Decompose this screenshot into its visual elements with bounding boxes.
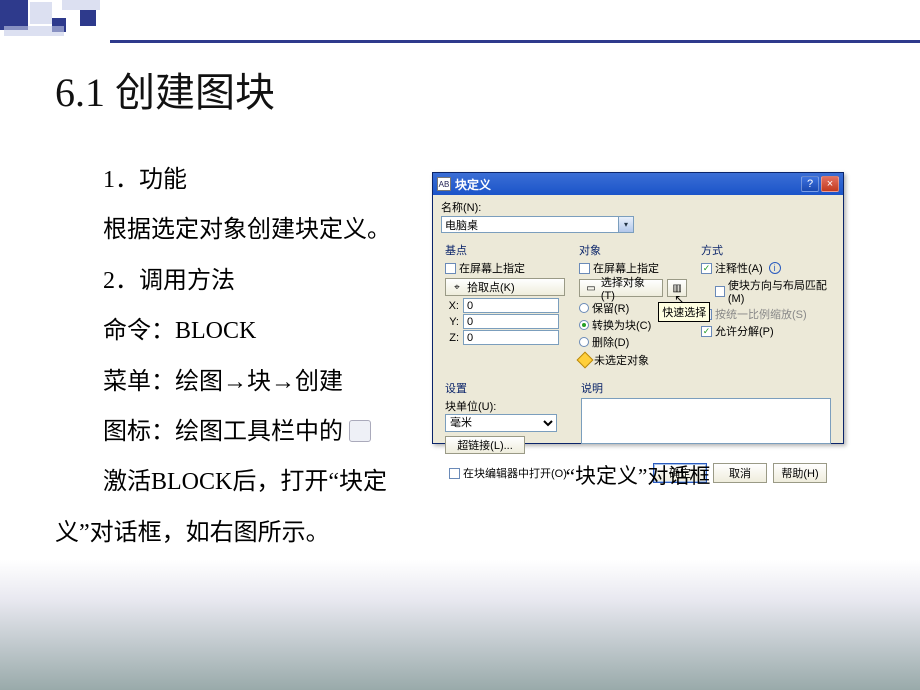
pick-point-icon: ⌖: [450, 280, 464, 294]
unit-label: 块单位(U):: [445, 398, 567, 414]
name-dropdown-icon[interactable]: ▾: [619, 216, 634, 233]
x-label: X:: [445, 300, 459, 312]
select-objects-button[interactable]: ▭选择对象(T): [579, 279, 663, 297]
body-p1: 1．功能: [55, 155, 435, 205]
info-icon[interactable]: i: [769, 262, 781, 274]
page-title: 6.1 创建图块: [55, 60, 275, 118]
y-input[interactable]: [463, 314, 559, 329]
description-group: 说明: [577, 374, 835, 460]
settings-group: 设置 块单位(U): 毫米 超链接(L)...: [441, 374, 571, 460]
select-icon: ▭: [584, 281, 598, 295]
body-p4: 命令：BLOCK: [55, 306, 435, 356]
unit-select[interactable]: 毫米: [445, 414, 557, 432]
warning-icon: [577, 352, 594, 369]
dialog-titlebar[interactable]: AB 块定义 ? ×: [433, 173, 843, 195]
objects-group: 对象 在屏幕上指定 ▭选择对象(T) ▥ ↖ 快速选择 保留(R) 转换为块(C…: [575, 236, 691, 372]
body-p7: 激活BLOCK后，打开“块定义”对话框，如右图所示。: [55, 457, 435, 558]
z-input[interactable]: [463, 330, 559, 345]
no-objects-warning: 未选定对象: [579, 352, 687, 368]
basepoint-onscreen-checkbox[interactable]: 在屏幕上指定: [445, 260, 565, 276]
pick-point-button[interactable]: ⌖拾取点(K): [445, 278, 565, 296]
basepoint-title: 基点: [445, 242, 565, 258]
settings-title: 设置: [445, 380, 567, 396]
description-textarea[interactable]: [581, 398, 831, 444]
figure-caption: “块定义”对话框: [432, 460, 844, 490]
body-p6: 图标：绘图工具栏中的: [55, 407, 435, 457]
quick-select-button[interactable]: ▥ ↖ 快速选择: [667, 279, 687, 297]
y-label: Y:: [445, 316, 459, 328]
objects-title: 对象: [579, 242, 687, 258]
mode-title: 方式: [701, 242, 829, 258]
body-p3: 2．调用方法: [55, 256, 435, 306]
slide-decoration: [0, 0, 920, 50]
block-definition-dialog: AB 块定义 ? × 名称(N): ▾ 基点 在屏幕上指定 ⌖拾取点(K) X:…: [432, 172, 844, 444]
annotative-checkbox[interactable]: ✓注释性(A)i: [701, 260, 829, 276]
titlebar-close-button[interactable]: ×: [821, 176, 839, 192]
match-layout-checkbox[interactable]: 使块方向与布局匹配(M): [715, 277, 829, 305]
dialog-app-icon: AB: [437, 177, 451, 191]
block-toolbar-icon: [349, 420, 371, 442]
titlebar-help-button[interactable]: ?: [801, 176, 819, 192]
name-label: 名称(N):: [441, 199, 835, 215]
body-text: 1．功能 根据选定对象创建块定义。 2．调用方法 命令：BLOCK 菜单：绘图→…: [55, 155, 435, 558]
basepoint-group: 基点 在屏幕上指定 ⌖拾取点(K) X: Y: Z:: [441, 236, 569, 372]
delete-radio[interactable]: 删除(D): [579, 334, 687, 350]
uniform-scale-checkbox: 按统一比例缩放(S): [701, 306, 829, 322]
quick-select-tooltip: 快速选择: [658, 302, 710, 322]
hyperlink-button[interactable]: 超链接(L)...: [445, 436, 525, 454]
z-label: Z:: [445, 332, 459, 344]
name-input[interactable]: [441, 216, 619, 233]
description-title: 说明: [581, 380, 831, 396]
x-input[interactable]: [463, 298, 559, 313]
body-p5: 菜单：绘图→块→创建: [55, 357, 435, 407]
allow-explode-checkbox[interactable]: ✓允许分解(P): [701, 323, 829, 339]
name-combobox[interactable]: ▾: [441, 216, 835, 233]
dialog-title: 块定义: [455, 176, 799, 193]
mode-group: 方式 ✓注释性(A)i 使块方向与布局匹配(M) 按统一比例缩放(S) ✓允许分…: [697, 236, 833, 372]
body-p2: 根据选定对象创建块定义。: [55, 205, 435, 255]
quick-select-icon: ▥: [670, 281, 684, 295]
